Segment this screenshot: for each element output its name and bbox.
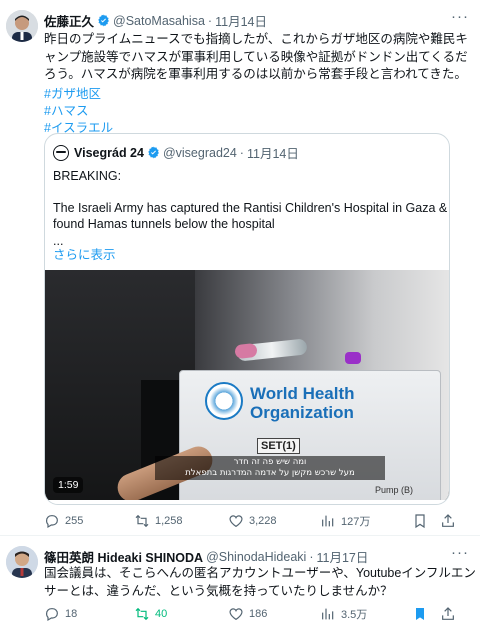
reply-icon	[46, 515, 58, 529]
reply-count: 18	[65, 608, 78, 620]
quoted-text-line: The Israeli Army has captured the Rantis…	[53, 201, 448, 215]
separator-dot: ·	[207, 13, 213, 28]
video-subtitle: ומה שיש פה זה חדר מעל שרכש מקשן על אדמה …	[155, 456, 385, 480]
user-handle[interactable]: @ShinodaHideaki	[206, 550, 306, 564]
like-icon	[229, 515, 243, 528]
tweet-actions: 255 1,258 3,228 127万	[44, 513, 454, 531]
retweet-button[interactable]: 1,258	[134, 513, 183, 529]
views-button[interactable]: 127万	[320, 513, 370, 529]
more-icon[interactable]: ···	[451, 8, 469, 25]
tweet-body-line: ろう。ハマスが病院を軍事利用するのは以前から常套手段と言われてきた。	[44, 67, 467, 81]
show-more-link[interactable]: さらに表示	[53, 244, 116, 263]
avatar[interactable]	[6, 10, 38, 42]
verified-badge-icon	[148, 146, 159, 159]
pump-label: Pump (B)	[375, 485, 414, 495]
retweet-icon	[135, 514, 149, 528]
tweet-body-line: 国会議員は、そこらへんの匿名アカウントユーザーや、Youtubeインフルエン	[44, 566, 476, 580]
bookmark-icon[interactable]	[412, 513, 428, 529]
separator-dot: ·	[309, 549, 314, 564]
share-icon[interactable]	[440, 513, 456, 529]
views-icon	[322, 515, 334, 527]
views-button[interactable]: 3.5万	[320, 606, 367, 622]
views-count: 3.5万	[341, 609, 368, 621]
retweet-count: 1,258	[155, 515, 183, 527]
bookmark-icon[interactable]	[412, 606, 428, 622]
reply-button[interactable]: 255	[44, 513, 83, 529]
video-duration: 1:59	[53, 477, 84, 493]
like-button[interactable]: 3,228	[228, 513, 277, 529]
tweet-actions: 18 40 186 3.5万	[44, 606, 454, 622]
retweet-button[interactable]: 40	[134, 606, 167, 622]
who-logo-text: World Health Organization	[250, 384, 355, 422]
tweet-date[interactable]: 11月14日	[215, 11, 267, 30]
tweet-body-line: ャンプ施設等でハマスが軍事利用している映像や証拠がドンドン出てくるだ	[44, 49, 468, 64]
tweet-sato[interactable]: 佐藤正久 @SatoMasahisa · 11月14日 ··· 昨日のプライムニ…	[0, 0, 480, 535]
views-count: 127万	[341, 516, 371, 528]
retweet-count: 40	[155, 608, 168, 620]
quoted-date[interactable]: 11月14日	[247, 143, 299, 162]
video-player[interactable]: World Health Organization SET(1) Pump (B…	[45, 270, 449, 500]
like-button[interactable]: 186	[228, 606, 267, 622]
tweet-body: 国会議員は、そこらへんの匿名アカウントユーザーや、Youtubeインフルエン サ…	[44, 565, 476, 600]
views-icon	[322, 608, 334, 620]
like-icon	[229, 608, 243, 621]
like-count: 186	[249, 608, 268, 620]
tweet-date[interactable]: 11月17日	[317, 547, 369, 566]
quoted-display-name[interactable]: Visegrád 24	[74, 146, 144, 160]
more-icon[interactable]: ···	[451, 544, 469, 561]
quoted-text-line: found Hamas tunnels below the hospital	[53, 217, 275, 231]
quoted-tweet[interactable]: Visegrád 24 @visegrad24 · 11月14日 BREAKIN…	[44, 133, 450, 505]
reply-icon	[46, 608, 58, 622]
separator-dot: ·	[239, 145, 244, 160]
tweet-body-line: サーとは、違うんだ、という気概を持っていたりしませんか？	[44, 583, 393, 598]
tweet-body: 昨日のプライムニュースでも指摘したが、これからガザ地区の病院や難民キ ャンプ施設…	[44, 31, 468, 84]
verified-badge-icon	[98, 14, 109, 27]
like-count: 3,228	[249, 515, 277, 527]
display-name[interactable]: 佐藤正久	[44, 11, 94, 30]
user-handle[interactable]: @SatoMasahisa	[113, 14, 205, 28]
quoted-handle[interactable]: @visegrad24	[163, 146, 237, 160]
visegrad-avatar[interactable]	[53, 144, 69, 161]
tweet-body-line: 昨日のプライムニュースでも指摘したが、これからガザ地区の病院や難民キ	[44, 32, 468, 46]
quoted-breaking: BREAKING:	[53, 169, 122, 183]
tweet-shinoda[interactable]: 篠田英朗 Hideaki SHINODA @ShinodaHideaki · 1…	[0, 536, 480, 622]
retweet-icon	[135, 607, 149, 621]
reply-button[interactable]: 18	[44, 606, 77, 622]
who-emblem-icon	[205, 382, 243, 420]
display-name[interactable]: 篠田英朗 Hideaki SHINODA	[44, 547, 203, 566]
share-icon[interactable]	[440, 606, 456, 622]
reply-count: 255	[65, 515, 84, 527]
avatar[interactable]	[6, 546, 38, 578]
set-label: SET(1)	[257, 438, 300, 454]
